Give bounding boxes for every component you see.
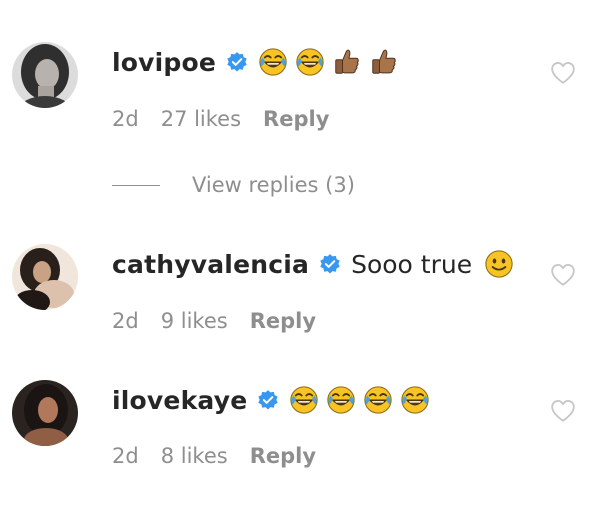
comment-item: ilovekaye 2d 8 likes Reply (0, 372, 600, 482)
view-replies-label: View replies (3) (192, 173, 355, 197)
comment-age: 2d (112, 309, 139, 333)
thumbs-up-emoji-icon (369, 47, 399, 77)
comment-meta: 2d 8 likes Reply (112, 441, 338, 471)
username[interactable]: ilovekaye (112, 386, 247, 415)
reply-button[interactable]: Reply (250, 444, 316, 468)
verified-badge-icon (226, 51, 248, 73)
comment-line: ilovekaye (112, 382, 437, 418)
heart-outline-icon[interactable] (550, 263, 576, 287)
comment-item: cathyvalencia Sooo true 2d 9 likes Reply (0, 236, 600, 346)
view-replies-button[interactable]: View replies (3) (112, 170, 355, 200)
joy-emoji-icon (258, 47, 288, 77)
comment-line: cathyvalencia Sooo true (112, 246, 521, 282)
comment-list: lovipoe 2d 27 likes Reply View replies (… (0, 0, 600, 509)
slight-smile-emoji-icon (484, 249, 514, 279)
reply-button[interactable]: Reply (263, 107, 329, 131)
comment-item: lovipoe 2d 27 likes Reply (0, 34, 600, 144)
comment-age: 2d (112, 444, 139, 468)
comment-line: lovipoe (112, 44, 406, 80)
comment-text: Sooo true (351, 249, 473, 279)
reply-button[interactable]: Reply (250, 309, 316, 333)
likes-count[interactable]: 9 likes (161, 309, 228, 333)
username[interactable]: lovipoe (112, 48, 216, 77)
joy-emoji-icon (326, 385, 356, 415)
heart-outline-icon[interactable] (550, 61, 576, 85)
comment-emojis (289, 385, 437, 415)
comment-age: 2d (112, 107, 139, 131)
comment-meta: 2d 27 likes Reply (112, 104, 351, 134)
avatar[interactable] (12, 244, 78, 310)
verified-badge-icon (257, 389, 279, 411)
joy-emoji-icon (295, 47, 325, 77)
username[interactable]: cathyvalencia (112, 250, 309, 279)
verified-badge-icon (319, 253, 341, 275)
likes-count[interactable]: 8 likes (161, 444, 228, 468)
comment-meta: 2d 9 likes Reply (112, 306, 338, 336)
joy-emoji-icon (400, 385, 430, 415)
likes-count[interactable]: 27 likes (161, 107, 241, 131)
comment-emojis (258, 47, 406, 77)
joy-emoji-icon (289, 385, 319, 415)
heart-outline-icon[interactable] (550, 399, 576, 423)
thumbs-up-emoji-icon (332, 47, 362, 77)
avatar[interactable] (12, 380, 78, 446)
divider-line (112, 184, 160, 186)
comment-emojis (484, 249, 521, 279)
avatar[interactable] (12, 42, 78, 108)
joy-emoji-icon (363, 385, 393, 415)
